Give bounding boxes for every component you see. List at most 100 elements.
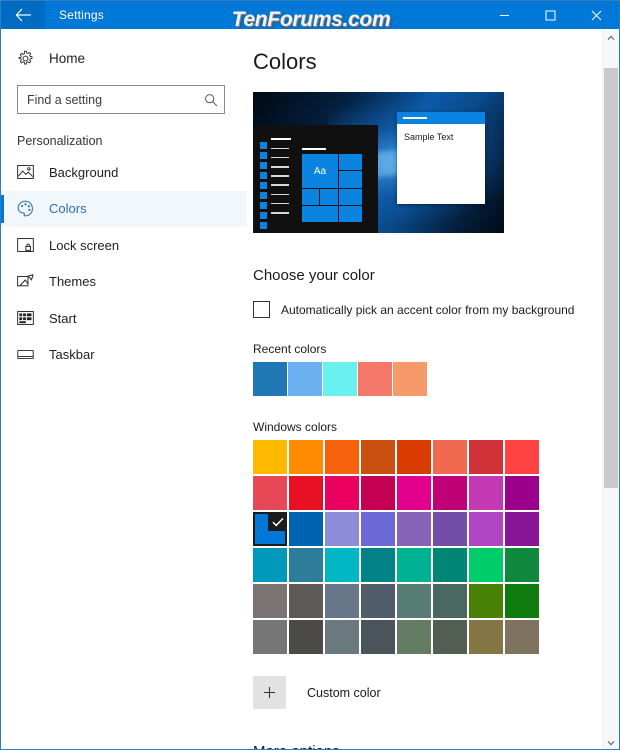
search-wrapper <box>1 75 247 114</box>
recent-color-swatch[interactable] <box>358 362 392 396</box>
windows-color-swatch[interactable] <box>325 620 359 654</box>
auto-accent-checkbox-row[interactable]: Automatically pick an accent color from … <box>253 301 619 318</box>
windows-color-swatch[interactable] <box>289 476 323 510</box>
preview-start-rail <box>260 142 267 232</box>
windows-color-swatch[interactable] <box>469 620 503 654</box>
windows-color-swatch[interactable] <box>253 548 287 582</box>
sidebar-item-background[interactable]: Background <box>1 154 247 191</box>
preview-start-menu: Aa <box>254 125 378 233</box>
windows-color-swatch[interactable] <box>397 512 431 546</box>
windows-color-swatch[interactable] <box>433 584 467 618</box>
windows-color-swatch[interactable] <box>505 512 539 546</box>
windows-color-swatch[interactable] <box>469 476 503 510</box>
sidebar-item-taskbar[interactable]: Taskbar <box>1 337 247 374</box>
preview-tile <box>302 206 338 222</box>
windows-color-swatch[interactable] <box>469 584 503 618</box>
search-icon[interactable] <box>204 86 218 113</box>
plus-icon[interactable] <box>253 676 286 709</box>
windows-color-swatch[interactable] <box>397 548 431 582</box>
windows-color-swatch[interactable] <box>433 620 467 654</box>
vertical-scrollbar[interactable] <box>602 29 619 749</box>
recent-color-swatch[interactable] <box>253 362 287 396</box>
sidebar-item-themes[interactable]: Themes <box>1 264 247 301</box>
windows-color-swatch[interactable] <box>289 440 323 474</box>
windows-color-swatch[interactable] <box>397 620 431 654</box>
search-box[interactable] <box>17 85 225 114</box>
scrollbar-track[interactable] <box>603 46 619 734</box>
windows-color-swatch[interactable] <box>397 440 431 474</box>
back-button[interactable] <box>1 1 45 29</box>
more-options-heading: More options <box>253 743 619 749</box>
sidebar-item-label: Taskbar <box>49 347 95 363</box>
windows-color-swatch[interactable] <box>361 476 395 510</box>
windows-color-swatch[interactable] <box>289 512 323 546</box>
maximize-button[interactable] <box>527 1 573 29</box>
scroll-down-button[interactable] <box>603 734 619 749</box>
windows-color-swatch[interactable] <box>505 476 539 510</box>
sidebar-item-home[interactable]: Home <box>1 41 247 75</box>
windows-color-swatch[interactable] <box>361 440 395 474</box>
windows-color-swatch[interactable] <box>361 512 395 546</box>
sidebar-item-colors[interactable]: Colors <box>1 190 247 227</box>
auto-accent-label: Automatically pick an accent color from … <box>281 302 575 317</box>
preview-sample-text: Sample Text <box>404 132 454 142</box>
scroll-up-button[interactable] <box>603 29 619 46</box>
windows-color-swatch[interactable] <box>433 476 467 510</box>
windows-color-swatch[interactable] <box>289 584 323 618</box>
preview-tile <box>302 189 319 205</box>
windows-color-swatch[interactable] <box>325 440 359 474</box>
windows-color-swatch[interactable] <box>397 476 431 510</box>
close-button[interactable] <box>573 1 619 29</box>
choose-your-color-heading: Choose your color <box>253 267 375 284</box>
sidebar-home-label: Home <box>49 50 86 66</box>
windows-color-swatch[interactable] <box>505 584 539 618</box>
windows-color-swatch-selected[interactable] <box>253 512 287 546</box>
windows-color-swatch[interactable] <box>469 440 503 474</box>
windows-color-swatch[interactable] <box>361 584 395 618</box>
windows-color-swatch[interactable] <box>325 584 359 618</box>
windows-color-swatch[interactable] <box>325 548 359 582</box>
windows-color-swatch[interactable] <box>433 440 467 474</box>
main-pane: Colors Aa Sample Text Choose your color … <box>247 29 619 749</box>
windows-color-swatch[interactable] <box>289 620 323 654</box>
start-tiles-icon <box>17 311 45 326</box>
windows-color-swatch[interactable] <box>325 512 359 546</box>
windows-color-swatch[interactable] <box>325 476 359 510</box>
sidebar-item-start[interactable]: Start <box>1 300 247 337</box>
windows-color-swatch[interactable] <box>505 548 539 582</box>
recent-color-swatch[interactable] <box>393 362 427 396</box>
custom-color-label: Custom color <box>307 685 381 700</box>
minimize-button[interactable] <box>481 1 527 29</box>
themes-icon <box>17 274 45 289</box>
recent-color-swatch[interactable] <box>288 362 322 396</box>
windows-color-swatch[interactable] <box>433 512 467 546</box>
preview-start-list <box>271 138 291 221</box>
windows-color-swatch[interactable] <box>469 548 503 582</box>
preview-tiles: Aa <box>302 154 362 222</box>
windows-color-swatch[interactable] <box>505 440 539 474</box>
windows-color-swatch[interactable] <box>361 620 395 654</box>
windows-color-swatch[interactable] <box>397 584 431 618</box>
windows-color-swatch[interactable] <box>469 512 503 546</box>
search-input[interactable] <box>18 86 224 113</box>
taskbar-icon <box>17 349 45 360</box>
color-preview: Aa Sample Text <box>253 92 504 233</box>
sidebar-item-label: Background <box>49 164 119 180</box>
preview-tile <box>339 154 362 170</box>
preview-tile-group-title <box>302 148 326 150</box>
windows-color-swatch[interactable] <box>505 620 539 654</box>
windows-color-swatch[interactable] <box>253 440 287 474</box>
windows-color-swatch[interactable] <box>253 476 287 510</box>
windows-color-swatch[interactable] <box>253 584 287 618</box>
auto-accent-checkbox[interactable] <box>253 301 270 318</box>
recent-color-swatch[interactable] <box>323 362 357 396</box>
sidebar-item-lock-screen[interactable]: Lock screen <box>1 227 247 264</box>
windows-color-swatch[interactable] <box>361 548 395 582</box>
custom-color-row[interactable]: Custom color <box>253 676 619 709</box>
windows-colors-label: Windows colors <box>253 420 338 434</box>
windows-color-swatch[interactable] <box>433 548 467 582</box>
sidebar-item-label: Colors <box>49 201 87 217</box>
windows-color-swatch[interactable] <box>253 620 287 654</box>
windows-color-swatch[interactable] <box>289 548 323 582</box>
scrollbar-thumb[interactable] <box>604 68 618 488</box>
